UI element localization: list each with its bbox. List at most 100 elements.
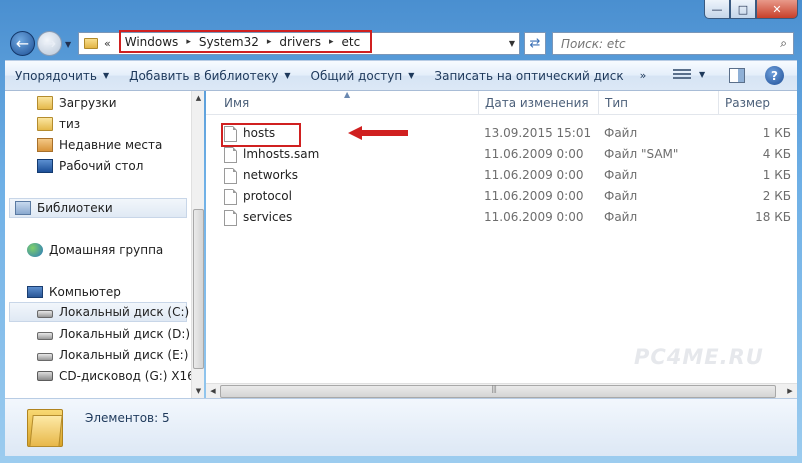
refresh-button[interactable]: ⇄ <box>524 32 546 55</box>
command-bar: Упорядочить ▼ Добавить в библиотеку ▼ Общи… <box>5 60 797 91</box>
nav-item-computer[interactable]: Компьютер <box>27 282 121 302</box>
breadcrumb-drivers[interactable]: drivers <box>279 35 321 49</box>
details-pane: Элементов: 5 <box>5 398 797 456</box>
computer-icon <box>27 286 43 298</box>
scroll-left-icon[interactable]: ◀ <box>206 384 220 399</box>
column-header-size[interactable]: Размер <box>718 91 797 115</box>
forward-arrow-icon: → <box>42 34 57 53</box>
address-bar[interactable]: « Windows ▸ System32 ▸ drivers ▸ etc ▼ <box>78 30 520 55</box>
file-row-networks[interactable]: networks 11.06.2009 0:00 Файл 1 КБ <box>206 165 797 186</box>
chevron-down-icon: ▼ <box>102 71 110 80</box>
watermark: PC4ME.RU <box>634 345 764 369</box>
nav-item-drive-c[interactable]: Локальный диск (C:) <box>9 302 189 322</box>
file-row-services[interactable]: services 11.06.2009 0:00 Файл 18 КБ <box>206 207 797 228</box>
maximize-button[interactable]: □ <box>730 0 756 19</box>
chevron-down-icon: ▼ <box>408 71 415 80</box>
nav-pane-scrollbar[interactable]: ▲ ▼ <box>191 91 204 398</box>
nav-item-libraries[interactable]: Библиотеки <box>9 198 187 218</box>
file-name: services <box>243 210 293 224</box>
folder-icon <box>37 117 53 131</box>
nav-item-label: Компьютер <box>49 285 121 299</box>
file-list: Имя ▲ Дата изменения Тип Размер hosts 13… <box>206 90 797 398</box>
breadcrumb-etc[interactable]: etc <box>342 35 361 49</box>
file-date: 11.06.2009 0:00 <box>484 147 584 161</box>
breadcrumb-separator-icon[interactable]: ▸ <box>267 37 272 47</box>
address-overflow-chevron[interactable]: « <box>104 37 111 50</box>
file-row-lmhosts[interactable]: lmhosts.sam 11.06.2009 0:00 Файл "SAM" 4… <box>206 144 797 165</box>
folder-icon <box>37 96 53 110</box>
nav-item-drive-d[interactable]: Локальный диск (D:) <box>37 324 190 344</box>
drive-icon <box>37 353 53 361</box>
nav-item-cd-drive-g[interactable]: CD-дисковод (G:) X16-81 <box>37 366 204 386</box>
nav-item-recent-places[interactable]: Недавние места <box>37 135 162 155</box>
desktop-icon <box>37 159 53 173</box>
scroll-up-icon[interactable]: ▲ <box>192 91 204 105</box>
preview-pane-icon[interactable] <box>729 68 745 83</box>
scroll-down-icon[interactable]: ▼ <box>192 384 204 398</box>
breadcrumb-system32[interactable]: System32 <box>199 35 259 49</box>
share-menu[interactable]: Общий доступ ▼ <box>301 69 425 83</box>
scroll-right-icon[interactable]: ▶ <box>783 384 797 399</box>
help-icon[interactable]: ? <box>765 66 784 85</box>
add-to-library-label: Добавить в библиотеку <box>129 68 279 83</box>
more-commands-button[interactable]: » <box>634 69 653 82</box>
nav-item-tiz[interactable]: тиз <box>37 114 80 134</box>
nav-item-downloads[interactable]: Загрузки <box>37 93 117 113</box>
navigation-pane: Загрузки тиз Недавние места Рабочий стол… <box>5 91 204 398</box>
recent-places-icon <box>37 138 53 152</box>
view-options-dropdown[interactable]: ▼ <box>699 70 705 79</box>
folder-icon <box>27 409 63 447</box>
burn-button[interactable]: Записать на оптический диск <box>424 69 633 83</box>
libraries-icon <box>15 201 31 215</box>
forward-button[interactable]: → <box>37 31 62 56</box>
file-name: lmhosts.sam <box>243 147 320 161</box>
title-bar: — □ ✕ <box>0 0 802 24</box>
address-history-dropdown-icon[interactable]: ▼ <box>509 39 515 48</box>
back-button[interactable]: ← <box>10 31 35 56</box>
cd-drive-icon <box>37 371 53 381</box>
burn-label: Записать на оптический диск <box>434 68 624 83</box>
search-input[interactable] <box>561 36 761 51</box>
file-size: 4 КБ <box>762 147 791 161</box>
hosts-highlight-box <box>221 123 301 147</box>
column-headers: Имя ▲ Дата изменения Тип Размер <box>206 90 797 115</box>
horizontal-scrollbar[interactable]: ◀ ▶ <box>206 383 797 398</box>
change-view-icon[interactable] <box>673 69 691 83</box>
homegroup-icon <box>27 243 43 257</box>
file-name-cell: services <box>224 207 292 228</box>
add-to-library-menu[interactable]: Добавить в библиотеку ▼ <box>119 69 300 83</box>
file-date: 13.09.2015 15:01 <box>484 126 592 140</box>
close-button[interactable]: ✕ <box>756 0 798 19</box>
organize-menu[interactable]: Упорядочить ▼ <box>5 69 119 83</box>
breadcrumb-separator-icon[interactable]: ▸ <box>329 37 334 47</box>
nav-item-label: Локальный диск (E:) <box>59 348 189 362</box>
search-icon[interactable]: ⌕ <box>780 36 787 51</box>
file-type: Файл "SAM" <box>604 147 679 161</box>
file-name-cell: networks <box>224 165 298 186</box>
back-arrow-icon: ← <box>15 34 30 53</box>
red-arrow-icon <box>348 126 408 140</box>
nav-item-drive-e[interactable]: Локальный диск (E:) <box>37 345 188 365</box>
column-header-type[interactable]: Тип <box>598 91 718 115</box>
minimize-button[interactable]: — <box>704 0 730 19</box>
column-header-date[interactable]: Дата изменения <box>478 91 598 115</box>
scrollbar-thumb[interactable] <box>193 209 204 369</box>
recent-pages-dropdown[interactable]: ▼ <box>65 40 71 49</box>
breadcrumb-separator-icon[interactable]: ▸ <box>186 37 191 47</box>
file-date: 11.06.2009 0:00 <box>484 189 584 203</box>
nav-item-desktop[interactable]: Рабочий стол <box>37 156 143 176</box>
nav-item-label: Локальный диск (D:) <box>59 327 191 341</box>
scrollbar-thumb[interactable] <box>220 384 776 398</box>
file-size: 1 КБ <box>762 126 791 140</box>
file-name: networks <box>243 168 298 182</box>
nav-item-label: CD-дисковод (G:) X16-81 <box>59 369 204 383</box>
search-box[interactable]: ⌕ <box>552 32 794 55</box>
folder-icon <box>84 38 98 49</box>
nav-item-homegroup[interactable]: Домашняя группа <box>27 240 163 260</box>
share-label: Общий доступ <box>310 68 403 83</box>
file-row-protocol[interactable]: protocol 11.06.2009 0:00 Файл 2 КБ <box>206 186 797 207</box>
file-type: Файл <box>604 189 638 203</box>
chevron-down-icon: ▼ <box>284 71 291 80</box>
file-date: 11.06.2009 0:00 <box>484 168 584 182</box>
breadcrumb-windows[interactable]: Windows <box>125 35 179 49</box>
